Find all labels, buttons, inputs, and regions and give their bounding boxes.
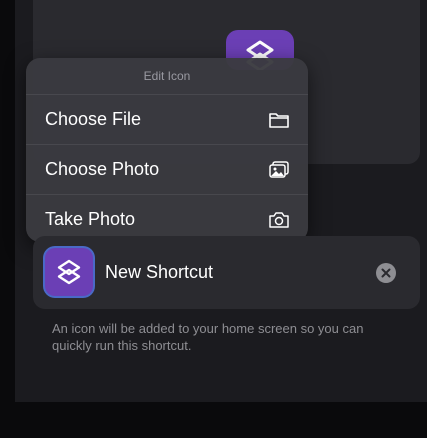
shortcut-name-row: New Shortcut — [33, 236, 420, 309]
menu-item-choose-file[interactable]: Choose File — [26, 95, 308, 145]
menu-item-take-photo[interactable]: Take Photo — [26, 195, 308, 242]
menu-title: Edit Icon — [26, 58, 308, 95]
camera-icon — [269, 212, 289, 228]
shortcut-name-input[interactable]: New Shortcut — [105, 236, 213, 309]
menu-item-label: Choose File — [45, 109, 142, 129]
shortcut-icon-button[interactable] — [45, 248, 93, 296]
menu-item-choose-photo[interactable]: Choose Photo — [26, 145, 308, 195]
home-screen-footnote: An icon will be added to your home scree… — [52, 321, 364, 353]
menu-item-label: Take Photo — [45, 209, 136, 229]
clear-icon — [381, 268, 391, 278]
edit-icon-menu: Edit Icon Choose File Choose Photo Take … — [26, 58, 308, 242]
photo-icon — [269, 161, 289, 178]
folder-icon — [269, 113, 289, 128]
clear-name-button[interactable] — [376, 263, 396, 283]
shortcuts-icon — [57, 259, 81, 285]
menu-item-label: Choose Photo — [45, 159, 160, 179]
